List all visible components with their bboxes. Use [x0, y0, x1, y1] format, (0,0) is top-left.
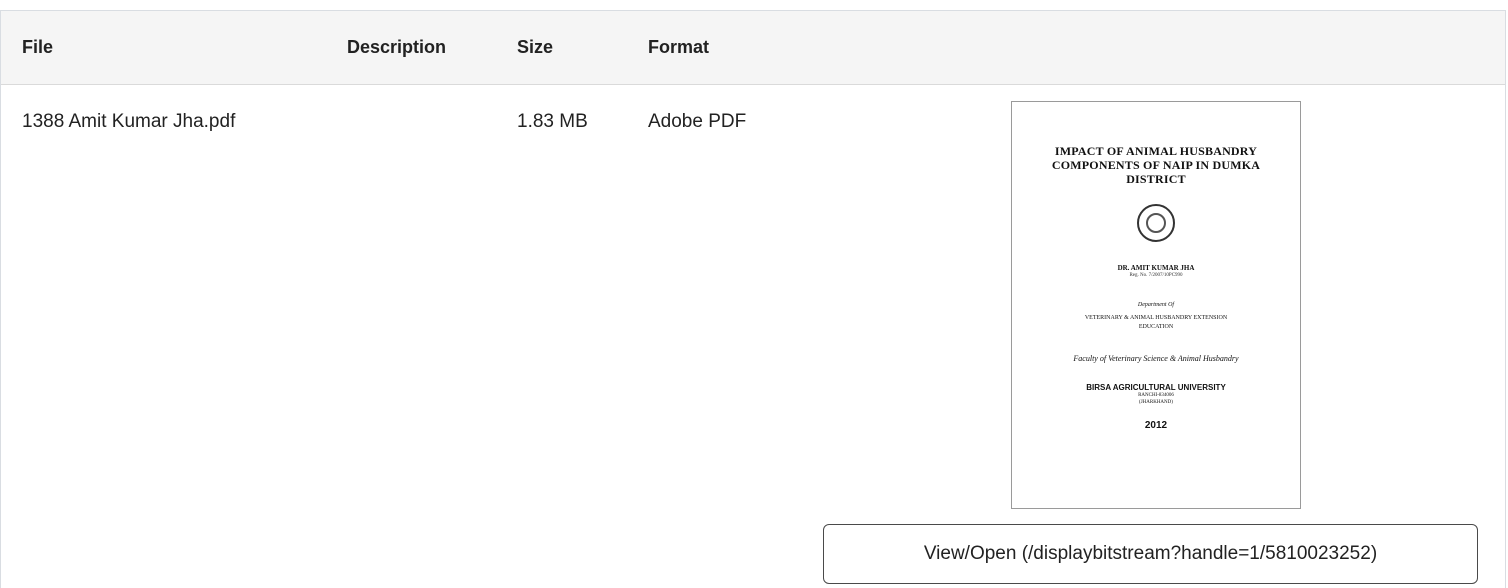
thumbnail-location-line: (JHARKHAND) — [1139, 400, 1173, 405]
thumbnail-department-line: VETERINARY & ANIMAL HUSBANDRY EXTENSION — [1084, 315, 1228, 321]
files-table: File Description Size Format 1388 Amit K… — [0, 10, 1506, 588]
header-description: Description — [347, 37, 447, 57]
view-open-button[interactable]: View/Open (/displaybitstream?handle=1/58… — [823, 524, 1478, 584]
header-file: File — [22, 37, 54, 57]
thumbnail-department-label: Department Of — [1137, 302, 1175, 308]
thumbnail-registration: Reg. No. 7/2007/10PC990 — [1129, 273, 1183, 278]
thumbnail-title: IMPACT OF ANIMAL HUSBANDRY COMPONENTS OF… — [1012, 144, 1300, 186]
table-header-row: File Description Size Format — [1, 11, 1505, 85]
pdf-thumbnail[interactable]: IMPACT OF ANIMAL HUSBANDRY COMPONENTS OF… — [1011, 101, 1301, 509]
thumbnail-location-line: RANCHI-834006 — [1138, 393, 1174, 398]
header-format: Format — [648, 37, 710, 57]
university-seal-icon — [1137, 204, 1175, 242]
thumbnail-title-line: DISTRICT — [1126, 172, 1186, 186]
thumbnail-title-line: COMPONENTS OF NAIP IN DUMKA — [1051, 158, 1261, 172]
thumbnail-university: BIRSA AGRICULTURAL UNIVERSITY — [1086, 383, 1226, 392]
thumbnail-title-line: IMPACT OF ANIMAL HUSBANDRY — [1054, 144, 1258, 158]
thumbnail-department-line: EDUCATION — [1138, 324, 1174, 330]
file-format: Adobe PDF — [648, 111, 747, 132]
thumbnail-location: RANCHI-834006 (JHARKHAND) — [1012, 392, 1300, 406]
thumbnail-author: DR. AMIT KUMAR JHA — [1117, 264, 1195, 272]
thumbnail-faculty: Faculty of Veterinary Science & Animal H… — [1073, 354, 1239, 363]
thumbnail-year: 2012 — [1144, 420, 1168, 431]
header-size: Size — [517, 37, 554, 57]
thumbnail-department: VETERINARY & ANIMAL HUSBANDRY EXTENSION … — [1012, 314, 1300, 332]
file-size: 1.83 MB — [517, 111, 588, 132]
file-name: 1388 Amit Kumar Jha.pdf — [22, 111, 236, 132]
